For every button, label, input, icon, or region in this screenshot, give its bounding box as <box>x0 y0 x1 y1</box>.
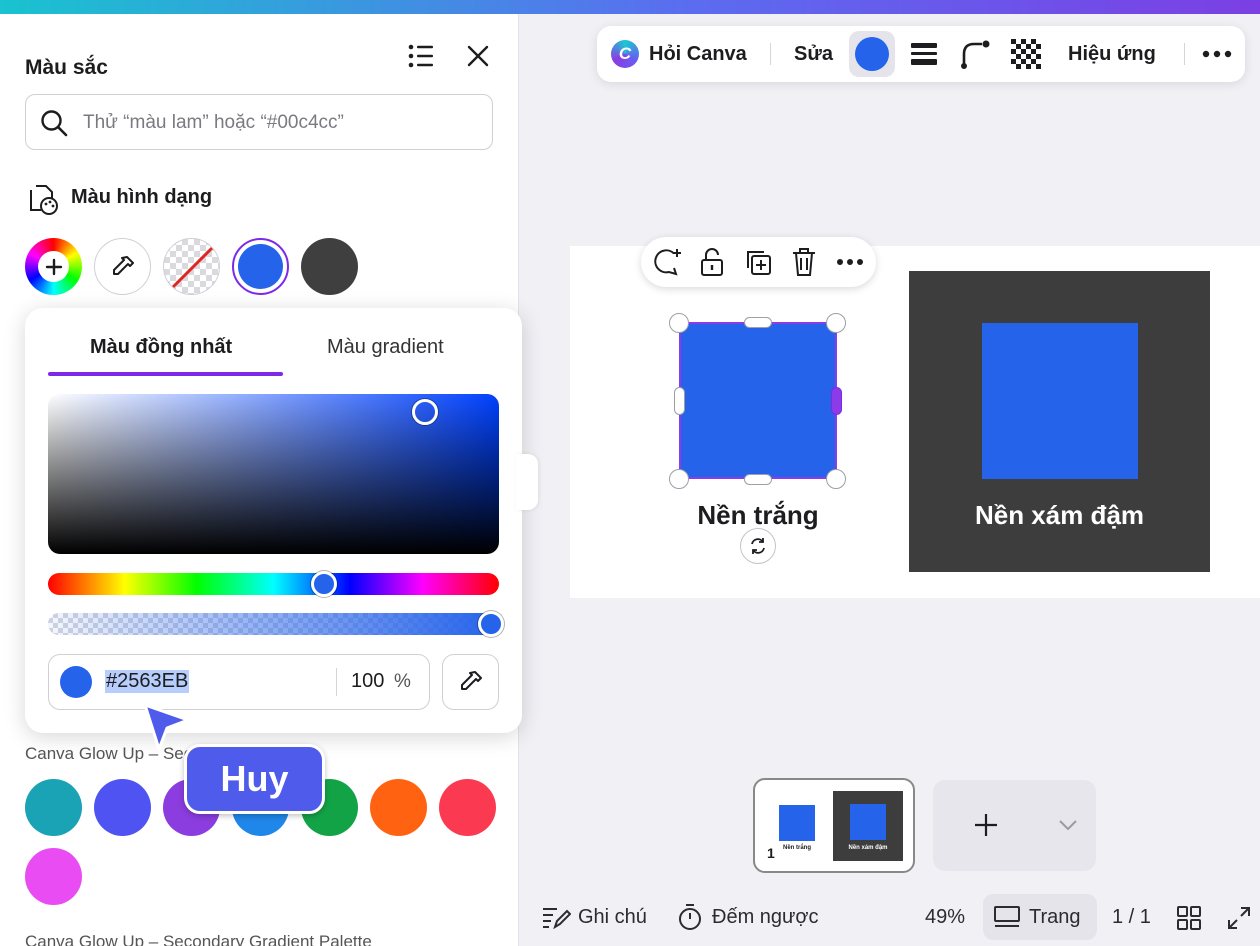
label-white-bg[interactable]: Nền trắng <box>650 500 866 531</box>
collaborator-cursor-icon <box>143 703 190 751</box>
saturation-value-area[interactable] <box>48 394 499 554</box>
palette-color-swatch[interactable] <box>439 779 496 836</box>
palette-color-swatch[interactable] <box>94 779 151 836</box>
hue-handle[interactable] <box>311 571 337 597</box>
comment-icon[interactable] <box>651 246 683 278</box>
eyedropper-icon <box>112 255 134 275</box>
shape-palette-icon <box>30 185 58 215</box>
thumbnail-label-white: Nền trắng <box>782 845 811 851</box>
opacity-input[interactable]: 100 <box>351 670 384 693</box>
corner-rounding-icon[interactable] <box>959 38 993 70</box>
pages-label: Trang <box>1029 906 1081 928</box>
notes-button[interactable]: Ghi chú <box>578 906 647 929</box>
resize-handle[interactable] <box>669 469 689 489</box>
add-color-button[interactable] <box>25 238 82 295</box>
page-number: 1 <box>767 845 775 861</box>
lock-icon[interactable] <box>696 246 728 278</box>
thumbnail-label-dark: Nền xám đậm <box>848 845 888 851</box>
panel-collapse-handle[interactable] <box>516 454 538 510</box>
fullscreen-icon[interactable] <box>1227 906 1251 930</box>
plus-icon <box>38 251 69 282</box>
palette-color-swatch[interactable] <box>25 848 82 905</box>
resize-handle[interactable] <box>744 474 772 485</box>
resize-handle[interactable] <box>831 387 842 415</box>
color-button[interactable] <box>849 31 895 77</box>
effects-button[interactable]: Hiệu ứng <box>1068 43 1156 66</box>
color-search <box>25 94 493 150</box>
selected-shape[interactable] <box>679 322 837 479</box>
page-thumbnail[interactable]: Nền trắng Nền xám đậm 1 <box>753 778 915 873</box>
timer-button[interactable]: Đếm ngược <box>712 906 819 929</box>
search-icon <box>41 110 68 137</box>
resize-handle[interactable] <box>826 469 846 489</box>
panel-title: Màu sắc <box>25 56 108 79</box>
hex-input[interactable]: #2563EB <box>105 670 190 693</box>
eyedropper-icon <box>460 671 482 690</box>
transparency-icon[interactable] <box>1010 38 1042 70</box>
palette-label: Canva Glow Up – Secondary Gradient Palet… <box>25 932 372 946</box>
palette-color-swatch[interactable] <box>25 779 82 836</box>
active-tab-indicator <box>48 372 283 376</box>
transparent-swatch[interactable] <box>163 238 220 295</box>
doc-color-swatch[interactable] <box>301 238 358 295</box>
top-gradient-bar <box>0 0 1260 14</box>
tab-gradient-color[interactable]: Màu gradient <box>327 336 444 359</box>
design-page[interactable]: Nền trắng Nền xám đậm <box>570 246 1260 598</box>
current-color-dot <box>60 666 92 698</box>
notes-icon <box>543 908 571 930</box>
list-view-icon[interactable] <box>405 40 437 72</box>
dark-background-frame[interactable]: Nền xám đậm <box>909 271 1210 572</box>
close-icon[interactable] <box>462 40 494 72</box>
opacity-handle[interactable] <box>478 611 504 637</box>
palette-color-swatch[interactable] <box>370 779 427 836</box>
page-count: 1 / 1 <box>1112 906 1151 928</box>
grid-view-icon[interactable] <box>1177 906 1201 930</box>
rotate-icon <box>751 538 765 554</box>
label-dark-bg[interactable]: Nền xám đậm <box>909 500 1210 531</box>
tab-solid-color[interactable]: Màu đồng nhất <box>90 336 232 359</box>
trash-icon[interactable] <box>788 246 820 278</box>
opacity-slider[interactable] <box>48 611 504 637</box>
canva-ai-icon: C <box>611 40 639 68</box>
edit-button[interactable]: Sửa <box>794 43 833 66</box>
timer-icon <box>679 904 701 930</box>
duplicate-icon[interactable] <box>742 246 774 278</box>
more-options-icon[interactable] <box>833 246 867 278</box>
more-options-icon[interactable] <box>1199 40 1235 68</box>
pages-icon <box>994 906 1020 927</box>
sv-handle[interactable] <box>412 399 438 425</box>
element-toolbar <box>641 237 876 287</box>
border-style-icon[interactable] <box>907 40 941 68</box>
shape-color-label: Màu hình dạng <box>71 186 213 208</box>
doc-color-swatch[interactable] <box>232 238 289 295</box>
resize-handle[interactable] <box>826 313 846 333</box>
add-page-button[interactable] <box>933 780 1096 871</box>
resize-handle[interactable] <box>744 317 772 328</box>
ask-canva-button[interactable]: Hỏi Canva <box>649 43 747 66</box>
opacity-unit: % <box>394 671 411 692</box>
resize-handle[interactable] <box>669 313 689 333</box>
zoom-level[interactable]: 49% <box>925 906 965 929</box>
color-picker-popup: Màu đồng nhất Màu gradient #2563EB 100 % <box>25 308 522 733</box>
pages-button[interactable]: Trang <box>983 894 1097 940</box>
hex-input-box: #2563EB 100 % <box>48 654 430 710</box>
rotate-handle[interactable] <box>740 528 776 564</box>
hue-slider[interactable] <box>48 571 499 597</box>
eyedropper-button[interactable] <box>442 654 499 710</box>
search-input[interactable] <box>81 107 485 139</box>
chevron-down-icon[interactable] <box>1059 820 1077 830</box>
collaborator-name-tag: Huy <box>184 744 325 814</box>
eyedropper-button[interactable] <box>94 238 151 295</box>
plus-icon <box>975 814 997 836</box>
shape-on-dark[interactable] <box>982 323 1138 479</box>
context-toolbar: C Hỏi Canva Sửa Hiệu ứng <box>597 26 1245 82</box>
resize-handle[interactable] <box>674 387 685 415</box>
